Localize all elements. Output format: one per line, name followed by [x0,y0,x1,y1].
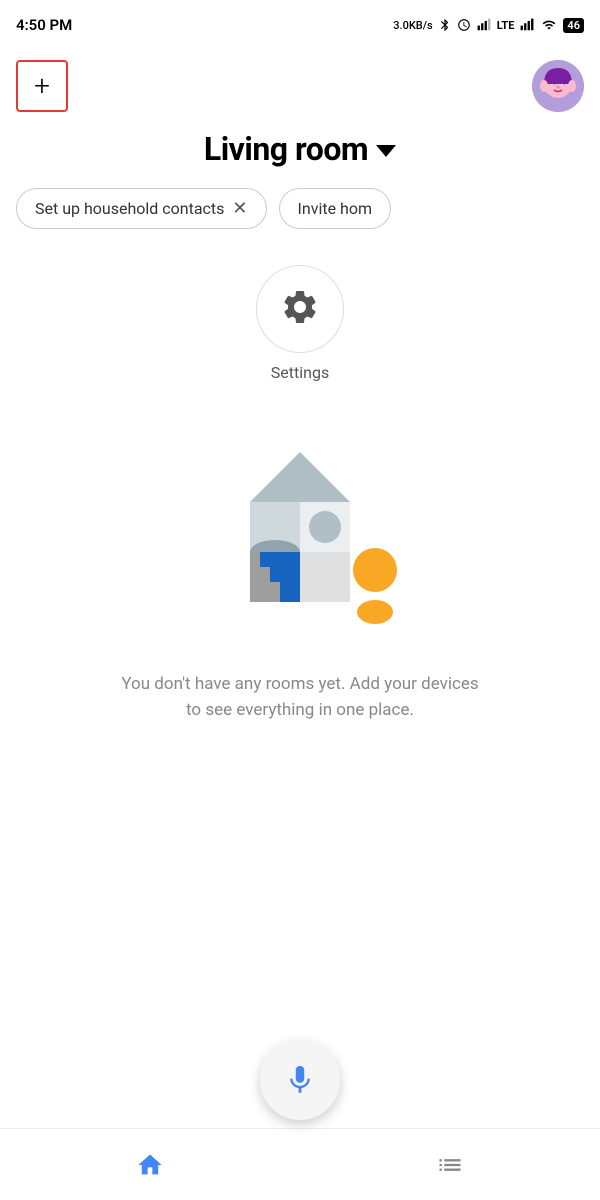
settings-button[interactable] [256,265,344,353]
status-bar: 4:50 PM 3.0KB/s LTE 46 [0,0,600,50]
chips-row: Set up household contacts ✕ Invite hom [0,188,600,229]
add-button[interactable]: + [16,60,68,112]
gear-icon [280,287,320,331]
house-illustration [160,422,440,642]
invite-home-chip[interactable]: Invite hom [279,188,391,229]
chip-label-2: Invite hom [298,199,372,218]
app-bar: + [0,50,600,122]
room-title-row: Living room [204,130,396,168]
avatar-image [532,60,584,112]
signal-icon [476,18,492,32]
main-content: Living room Set up household contacts ✕ … [0,122,600,743]
wifi-icon [540,18,558,32]
room-title: Living room [204,130,368,168]
chip-label: Set up household contacts [35,199,224,218]
bluetooth-icon [438,18,452,32]
household-contacts-chip[interactable]: Set up household contacts ✕ [16,188,267,229]
settings-label: Settings [271,363,329,382]
chip-close-icon[interactable]: ✕ [232,200,247,218]
list-nav-item[interactable] [412,1143,488,1187]
mic-fab-button[interactable] [260,1040,340,1120]
user-avatar[interactable] [532,60,584,112]
alarm-icon [457,18,471,32]
plus-icon: + [34,72,50,100]
status-icons: 3.0KB/s LTE 46 [393,18,584,33]
status-time: 4:50 PM [16,16,72,34]
speed-indicator: 3.0KB/s [393,19,432,32]
house-svg [160,422,440,642]
battery-indicator: 46 [563,18,584,33]
lte-icon: LTE [497,19,515,32]
bottom-nav [0,1128,600,1200]
settings-section: Settings [256,265,344,382]
signal-icon-2 [519,18,535,32]
bottom-area [0,1040,600,1200]
room-dropdown-button[interactable] [376,145,396,157]
mic-fab-container [0,1040,600,1120]
list-icon [436,1151,464,1179]
mic-icon [283,1063,317,1097]
home-nav-item[interactable] [112,1143,188,1187]
empty-state-text: You don't have any rooms yet. Add your d… [81,672,518,723]
home-icon [136,1151,164,1179]
